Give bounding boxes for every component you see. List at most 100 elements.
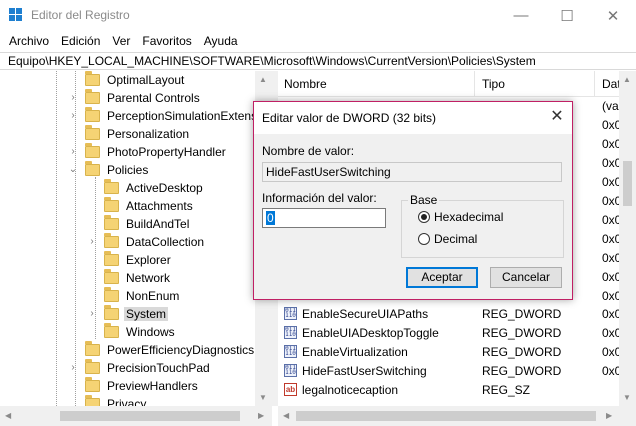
value-name-field: HideFastUserSwitching	[262, 162, 562, 182]
close-window-button[interactable]: ✕	[590, 0, 636, 31]
tree-item-optimallayout[interactable]: OptimalLayout	[85, 71, 186, 89]
chevron-right-icon[interactable]: ›	[87, 237, 97, 247]
folder-icon	[85, 359, 100, 374]
tree-item-activedesktop[interactable]: ActiveDesktop	[104, 179, 205, 197]
radio-hexadecimal-label: Hexadecimal	[434, 210, 504, 224]
chevron-right-icon[interactable]: ›	[68, 111, 78, 121]
dword-value-icon: 011 110	[284, 364, 297, 377]
value-name-label: Nombre de valor:	[262, 144, 355, 158]
list-item-enablevirtualization[interactable]: 011 110 EnableVirtualization REG_DWORD 0x…	[278, 343, 636, 362]
tree-item-network[interactable]: Network	[104, 269, 172, 287]
folder-icon	[85, 71, 100, 86]
menu-bar: Archivo Edición Ver Favoritos Ayuda	[0, 31, 636, 51]
chevron-right-icon[interactable]: ›	[87, 309, 97, 319]
column-header-data[interactable]: Dat	[602, 77, 621, 91]
tree-item-privacy[interactable]: Privacy	[85, 395, 148, 406]
list-header: Nombre Tipo Dat	[278, 71, 636, 97]
folder-icon	[85, 341, 100, 356]
chevron-right-icon[interactable]: ›	[68, 147, 78, 157]
folder-icon	[104, 179, 119, 194]
menu-favoritos[interactable]: Favoritos	[136, 31, 197, 51]
value-data-input[interactable]: 0	[262, 208, 386, 228]
edit-dword-dialog: Editar valor de DWORD (32 bits) ✕ Nombre…	[253, 101, 573, 300]
cancel-button[interactable]: Cancelar	[490, 267, 562, 288]
tree-item-personalization[interactable]: Personalization	[85, 125, 191, 143]
menu-archivo[interactable]: Archivo	[0, 31, 55, 51]
tree-item-precisiontouchpad[interactable]: › PrecisionTouchPad	[71, 359, 212, 377]
registry-editor-icon	[9, 8, 23, 22]
registry-tree: OptimalLayout › Parental Controls › Perc…	[0, 71, 272, 406]
tree-item-previewhandlers[interactable]: PreviewHandlers	[85, 377, 200, 395]
list-item-enableuiadesktoptoggle[interactable]: 011 110 EnableUIADesktopToggle REG_DWORD …	[278, 324, 636, 343]
folder-icon	[85, 377, 100, 392]
tree-item-perceptionsimulation[interactable]: › PerceptionSimulationExtensi	[71, 107, 262, 125]
menu-ver[interactable]: Ver	[106, 31, 136, 51]
column-header-name[interactable]: Nombre	[284, 77, 327, 91]
window-title: Editor del Registro	[31, 8, 130, 22]
list-item-hidefastuserswitching[interactable]: 011 110 HideFastUserSwitching REG_DWORD 0…	[278, 362, 636, 381]
tree-item-nonenum[interactable]: NonEnum	[104, 287, 181, 305]
tree-item-parental-controls[interactable]: › Parental Controls	[71, 89, 202, 107]
base-label: Base	[408, 193, 440, 207]
radio-selected-icon	[418, 211, 430, 223]
maximize-button[interactable]: ☐	[544, 0, 590, 31]
folder-icon	[104, 269, 119, 284]
value-data-text: 0	[266, 211, 275, 225]
dialog-body: Nombre de valor: HideFastUserSwitching I…	[254, 134, 572, 299]
scroll-up-icon[interactable]: ▲	[259, 75, 267, 85]
folder-icon	[85, 125, 100, 140]
list-item-legalnoticecaption[interactable]: ab legalnoticecaption REG_SZ	[278, 381, 636, 400]
menu-edicion[interactable]: Edición	[55, 31, 106, 51]
tree-item-attachments[interactable]: Attachments	[104, 197, 195, 215]
tree-item-windows[interactable]: Windows	[104, 323, 177, 341]
address-bar[interactable]: Equipo\HKEY_LOCAL_MACHINE\SOFTWARE\Micro…	[0, 52, 636, 70]
column-separator[interactable]	[474, 71, 475, 97]
tree-item-datacollection[interactable]: › DataCollection	[90, 233, 206, 251]
folder-icon	[85, 143, 100, 158]
scroll-right-icon[interactable]: ▶	[606, 411, 612, 421]
tree-item-system[interactable]: › System	[90, 305, 169, 323]
base-groupbox: Base Hexadecimal Decimal	[401, 193, 564, 258]
column-separator[interactable]	[594, 71, 595, 97]
list-vertical-scrollbar[interactable]: ▲ ▼	[619, 71, 636, 406]
chevron-right-icon[interactable]: ›	[68, 363, 78, 373]
dialog-close-icon[interactable]: ✕	[548, 108, 566, 126]
value-data-label: Información del valor:	[262, 191, 377, 205]
title-bar: Editor del Registro — ☐ ✕	[0, 0, 636, 31]
list-scroll-thumb[interactable]	[623, 161, 632, 206]
folder-icon	[104, 197, 119, 212]
chevron-down-icon[interactable]: ⌄	[68, 165, 78, 175]
scroll-down-icon[interactable]: ▼	[623, 393, 631, 403]
column-header-type[interactable]: Tipo	[482, 77, 505, 91]
folder-icon	[104, 215, 119, 230]
radio-hexadecimal[interactable]: Hexadecimal	[418, 210, 503, 224]
list-hscroll-thumb[interactable]	[296, 411, 596, 421]
scroll-left-icon[interactable]: ◀	[5, 411, 11, 421]
tree-hscroll-thumb[interactable]	[60, 411, 240, 421]
dword-value-icon: 011 110	[284, 326, 297, 339]
list-horizontal-scrollbar[interactable]: ◀ ▶	[278, 406, 636, 426]
scroll-down-icon[interactable]: ▼	[259, 393, 267, 403]
folder-icon	[104, 251, 119, 266]
list-item-enablesecureuiapaths[interactable]: 011 110 EnableSecureUIAPaths REG_DWORD 0x…	[278, 305, 636, 324]
folder-icon	[104, 287, 119, 302]
folder-icon	[104, 233, 119, 248]
tree-item-powerefficiencydiagnostics[interactable]: PowerEfficiencyDiagnostics	[85, 341, 256, 359]
chevron-right-icon[interactable]: ›	[68, 93, 78, 103]
menu-ayuda[interactable]: Ayuda	[198, 31, 244, 51]
tree-item-buildandtel[interactable]: BuildAndTel	[104, 215, 191, 233]
accept-button[interactable]: Aceptar	[406, 267, 478, 288]
scroll-up-icon[interactable]: ▲	[623, 75, 631, 85]
radio-decimal[interactable]: Decimal	[418, 232, 477, 246]
minimize-button[interactable]: —	[498, 0, 544, 31]
scroll-right-icon[interactable]: ▶	[258, 411, 264, 421]
tree-horizontal-scrollbar[interactable]: ◀ ▶	[0, 406, 272, 426]
folder-icon	[104, 323, 119, 338]
tree-item-policies[interactable]: ⌄ Policies	[69, 161, 150, 179]
tree-item-photopropertyhandler[interactable]: › PhotoPropertyHandler	[71, 143, 228, 161]
folder-icon	[85, 89, 100, 104]
string-value-icon: ab	[284, 383, 297, 396]
tree-item-explorer[interactable]: Explorer	[104, 251, 173, 269]
dword-value-icon: 011 110	[284, 345, 297, 358]
scroll-left-icon[interactable]: ◀	[283, 411, 289, 421]
